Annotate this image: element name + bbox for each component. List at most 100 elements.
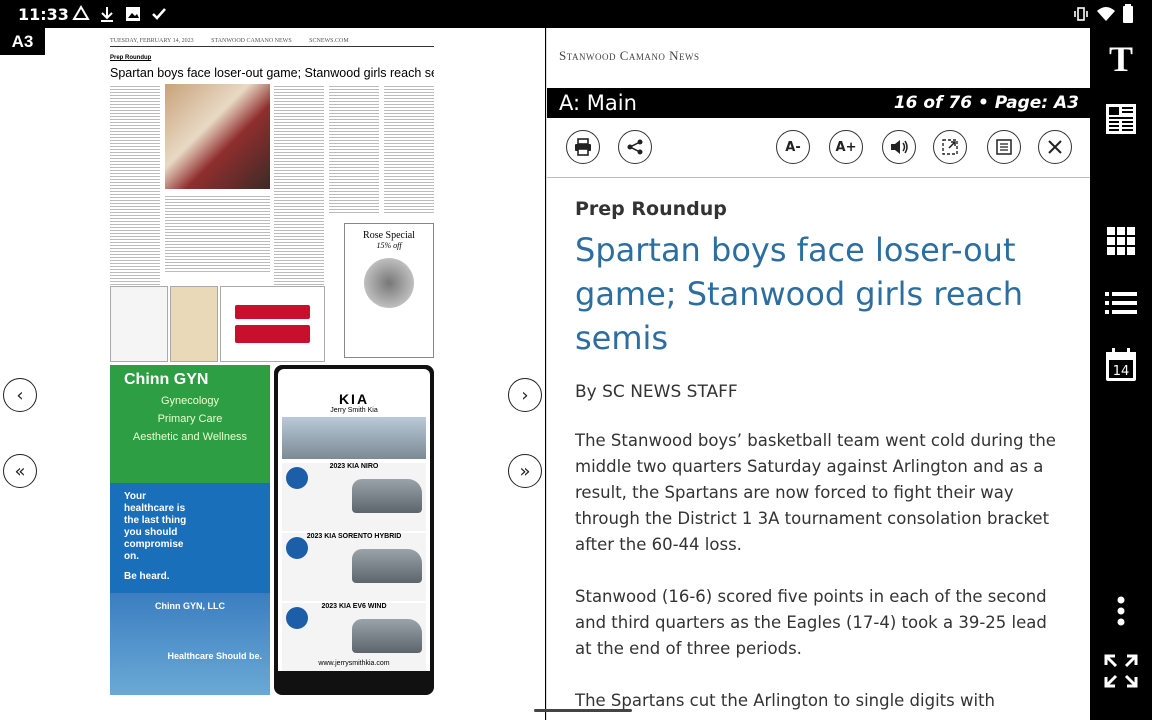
share-button[interactable] [618,130,652,164]
chinn-service: Primary Care [157,413,223,425]
text-column [384,84,434,214]
vibrate-icon [1072,5,1090,28]
chinn-ad-tagline: Healthcare Should be. [167,651,262,661]
chinn-ad-logo: Chinn GYN, LLC [155,601,225,611]
print-button[interactable] [566,130,600,164]
newspaper-view-button[interactable] [1104,102,1138,136]
text-column [110,84,160,309]
car-image [352,479,422,513]
font-larger-label: A+ [835,139,857,155]
fullscreen-button[interactable] [1104,654,1138,688]
text-column [329,84,379,214]
kia-website: www.jerrysmithkia.com [318,660,390,667]
star-icon [286,607,308,629]
statefarm-ad[interactable] [220,286,325,362]
article-position: 16 of 76 • Page: A3 [893,93,1079,113]
star-icon [286,467,308,489]
listen-button[interactable] [882,130,916,164]
kia-lineup-photo [282,417,426,459]
masthead-site: SCNEWS.COM [309,38,349,44]
calendar-button[interactable]: 14 [1104,348,1138,382]
gesture-home-bar[interactable] [534,709,632,712]
page-view[interactable]: A3 TUESDAY, FEBRUARY 14, 2023 STANWOOD C… [0,28,545,720]
check-icon [150,5,168,23]
last-page-button[interactable]: » [508,454,542,488]
chinn-ad-title: Chinn GYN [124,371,209,388]
chinn-ad-message: Your healthcare is the last thing you sh… [124,491,187,562]
kia-logo: KIA [338,391,370,407]
article-icon [996,139,1012,155]
article-kicker: Prep Roundup [575,198,727,220]
car-image [352,619,422,653]
battery-icon [1122,4,1134,29]
section-name: A: Main [559,91,637,115]
text-size-button[interactable]: T [1104,39,1138,79]
article-toolbar: A- A+ [547,128,1090,168]
grid-icon [1107,227,1135,255]
font-smaller-button[interactable]: A- [776,130,810,164]
article-paragraph: The Stanwood boys’ basketball team went … [575,431,1056,554]
more-options-button[interactable] [1104,594,1138,628]
page-section-label: Prep Roundup [110,55,152,61]
calendar-day: 14 [1113,364,1130,379]
text-column [165,194,270,274]
kia-ad-panel: KIA Jerry Smith Kia 2023 KIA NIRO 2023 K… [278,369,430,691]
publication-title: Stanwood Camano News [559,48,700,63]
masthead-date: TUESDAY, FEBRUARY 14, 2023 [110,38,194,44]
page-icon [942,139,958,155]
font-smaller-label: A- [785,139,801,155]
rose-ad-title: Rose Special [363,230,415,241]
list-icon [1105,292,1137,314]
chinn-gyn-ad[interactable]: Chinn GYN Gynecology Primary Care Aesthe… [110,365,270,695]
calendar-icon: 14 [1106,348,1136,381]
status-bar: 11:33 [0,0,1152,28]
wifi-icon [1096,5,1116,28]
double-chevron-left-icon: « [14,460,26,482]
chinn-service: Gynecology [160,395,220,407]
realestate-ad[interactable] [110,286,168,362]
first-page-button[interactable]: « [3,454,37,488]
section-bar: A: Main 16 of 76 • Page: A3 [547,88,1090,118]
agent-photo-ad[interactable] [170,286,218,362]
share-icon [627,139,643,155]
text-size-icon: T [1108,39,1133,79]
chevron-left-icon: ‹ [16,384,24,406]
newspaper-page[interactable]: TUESDAY, FEBRUARY 14, 2023 STANWOOD CAMA… [110,38,434,698]
article-body[interactable]: Prep Roundup Spartan boys face loser-out… [575,198,1065,714]
rose-ad-offer: 15% off [376,241,402,250]
chinn-ad-subtext: Be heard. [124,571,170,582]
close-icon [1048,140,1062,154]
previous-page-button[interactable]: ‹ [3,378,37,412]
car-image [352,549,422,583]
image-icon [124,5,142,23]
basketball-photo [165,84,270,189]
small-ads-row [110,286,434,362]
chinn-ad-blue-panel: Your healthcare is the last thing you sh… [110,483,270,593]
page-badge: A3 [0,28,45,55]
double-chevron-right-icon: » [519,460,531,482]
drive-icon [72,5,90,23]
kia-ad-footer [278,671,430,691]
grid-view-button[interactable] [1104,224,1138,258]
article-headline: Spartan boys face loser-out game; Stanwo… [575,231,1024,357]
page-masthead: TUESDAY, FEBRUARY 14, 2023 STANWOOD CAMA… [110,38,434,47]
jerry-smith-kia-ad[interactable]: KIA Jerry Smith Kia 2023 KIA NIRO 2023 K… [274,365,434,695]
right-rail: T 14 [1090,28,1152,720]
toolbar-divider [547,177,1090,178]
print-icon [575,138,591,156]
newspaper-icon [1106,104,1136,134]
next-page-button[interactable]: › [508,378,542,412]
text-view-button[interactable] [987,130,1021,164]
list-view-button[interactable] [1104,286,1138,320]
speaker-icon [891,140,908,154]
close-article-button[interactable] [1038,130,1072,164]
page-headline[interactable]: Spartan boys face loser-out game; Stanwo… [110,66,434,80]
kia-dealer-name: Jerry Smith Kia [330,407,378,414]
view-on-page-button[interactable] [933,130,967,164]
more-vertical-icon [1117,596,1125,626]
font-larger-button[interactable]: A+ [829,130,863,164]
clock: 11:33 [18,5,69,24]
kia-offer: 2023 KIA SORENTO HYBRID [282,533,426,601]
star-icon [286,537,308,559]
article-reader[interactable]: Stanwood Camano News A: Main 16 of 76 • … [546,28,1090,720]
